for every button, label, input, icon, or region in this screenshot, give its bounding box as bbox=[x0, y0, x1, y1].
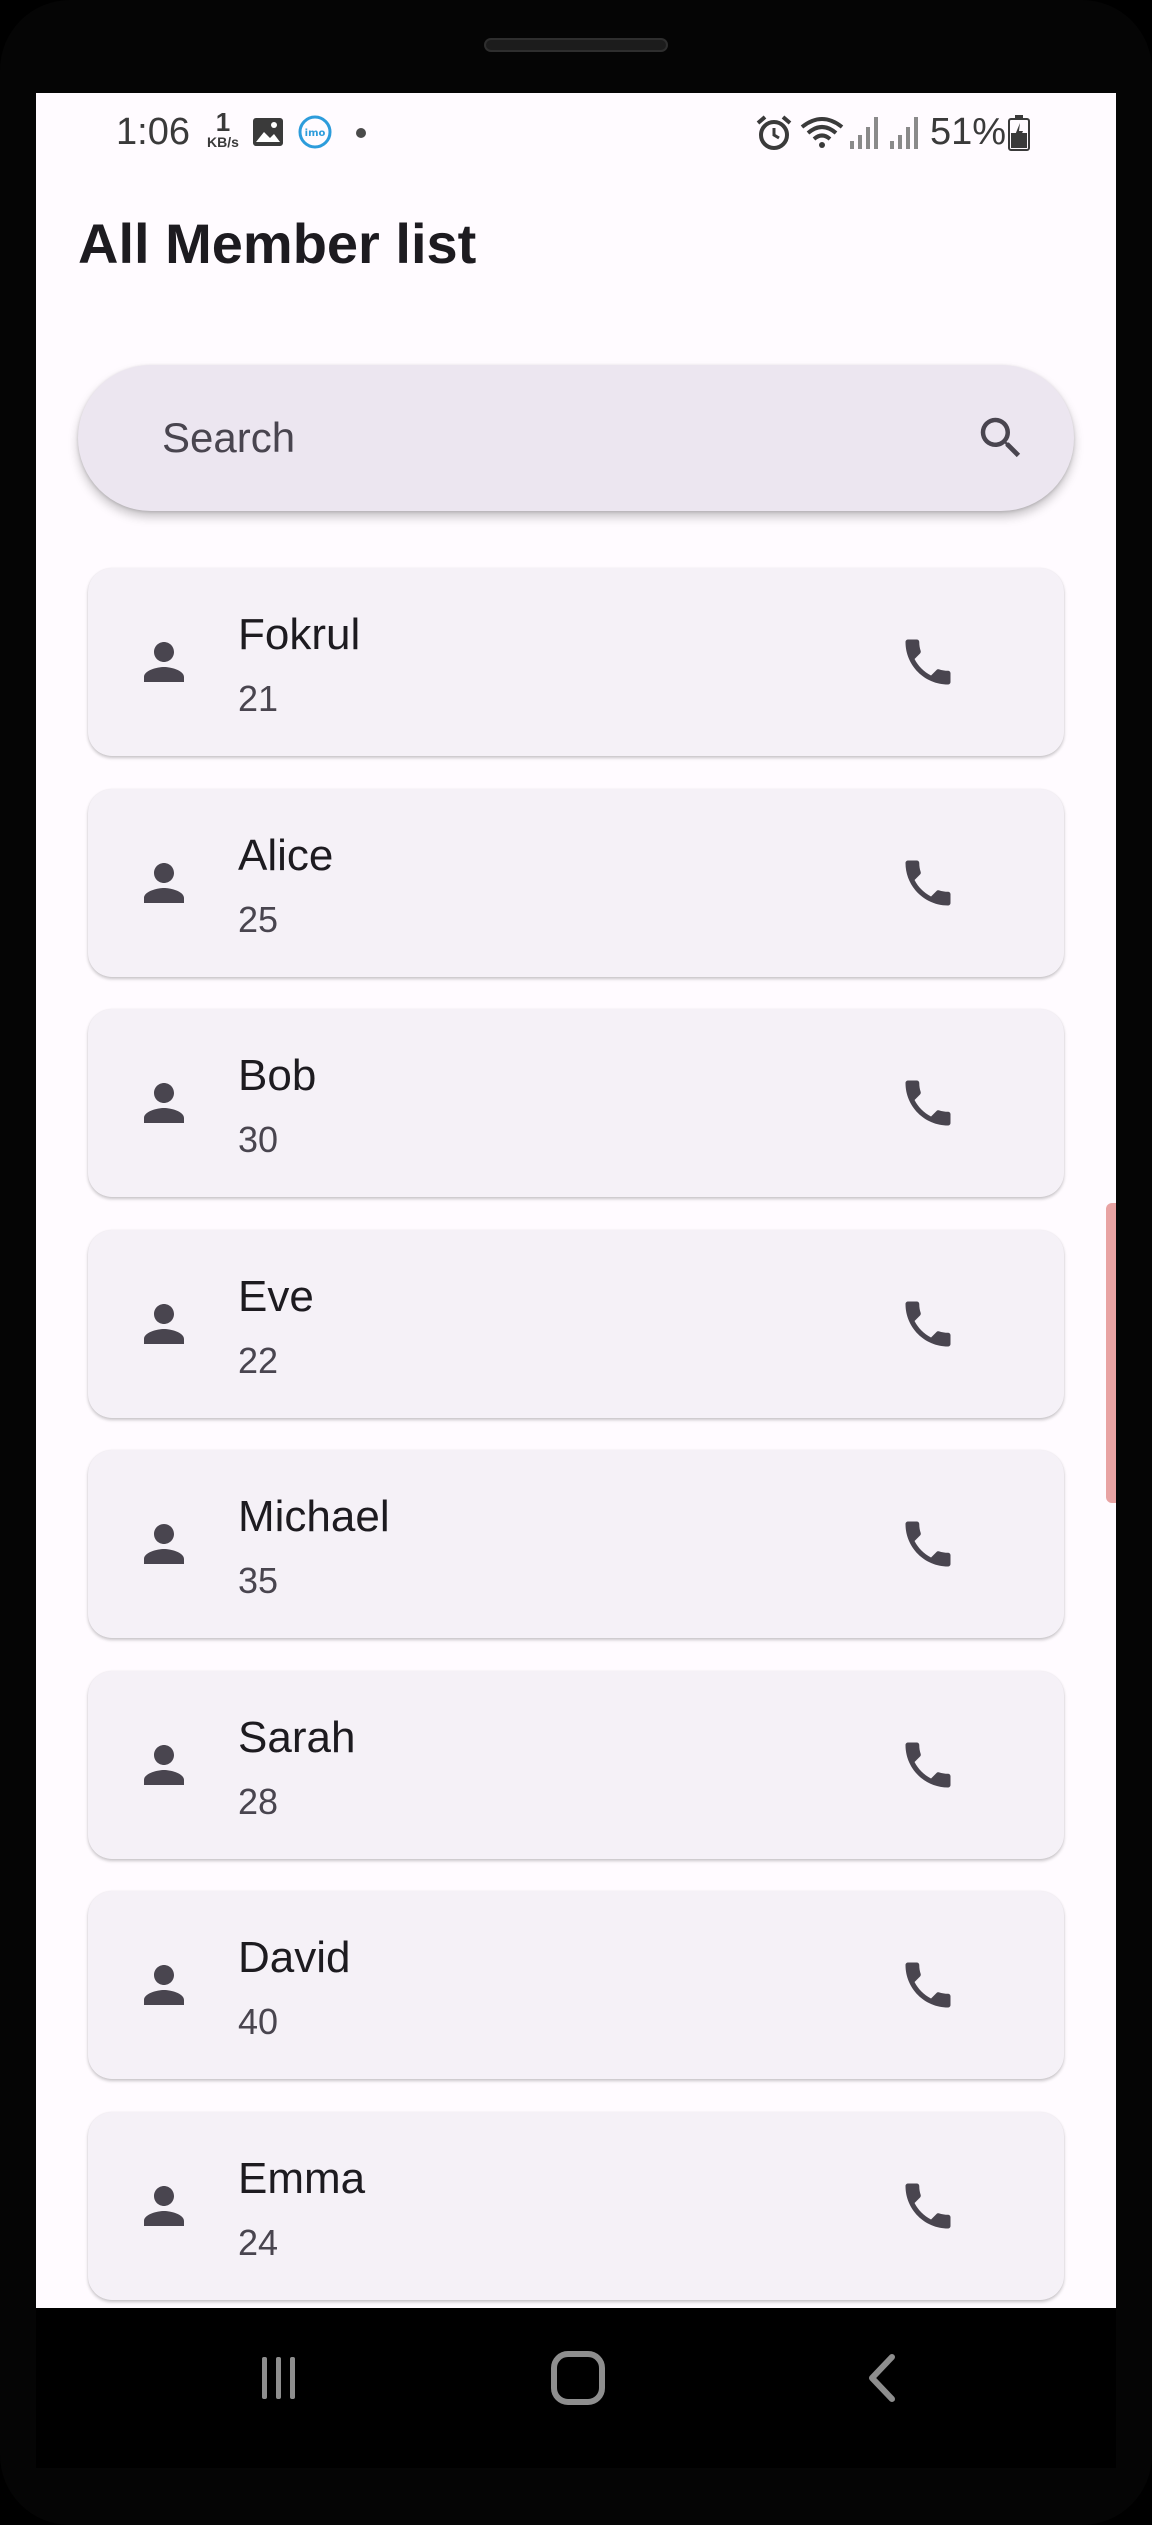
member-name: Michael bbox=[238, 1492, 390, 1541]
member-name: Emma bbox=[238, 2154, 366, 2203]
network-speed-value: 1 bbox=[215, 107, 231, 137]
search-bar[interactable] bbox=[78, 365, 1074, 511]
list-item[interactable]: Michael 35 bbox=[88, 1450, 1064, 1638]
member-name: Sarah bbox=[238, 1713, 356, 1762]
signal-icon bbox=[850, 117, 878, 149]
phone-icon bbox=[905, 1962, 951, 2008]
member-age: 22 bbox=[238, 1340, 279, 1381]
person-icon bbox=[144, 642, 184, 682]
signal-icon-2 bbox=[890, 117, 918, 149]
call-button[interactable] bbox=[888, 843, 968, 923]
member-age: 24 bbox=[238, 2222, 279, 2263]
phone-icon bbox=[905, 1742, 951, 1788]
person-icon bbox=[144, 1524, 184, 1564]
scrollbar-handle[interactable] bbox=[1106, 1203, 1116, 1503]
earpiece-speaker bbox=[484, 38, 668, 52]
navigation-bar bbox=[36, 2308, 1116, 2468]
person-icon bbox=[144, 1083, 184, 1123]
member-age: 35 bbox=[238, 1560, 279, 1601]
phone-icon bbox=[905, 1301, 951, 1347]
search-icon[interactable] bbox=[974, 411, 1028, 465]
person-icon bbox=[144, 2186, 184, 2226]
person-icon bbox=[144, 863, 184, 903]
list-item[interactable]: Bob 30 bbox=[88, 1009, 1064, 1197]
call-button[interactable] bbox=[888, 1284, 968, 1364]
call-button[interactable] bbox=[888, 2166, 968, 2246]
screen: 1:06 1 KB/s imo 51% All Member list Sear… bbox=[36, 93, 1116, 2308]
battery-percent: 51% bbox=[930, 111, 1007, 153]
member-age: 40 bbox=[238, 2001, 279, 2042]
network-speed: 1 KB/s bbox=[203, 109, 243, 149]
call-button[interactable] bbox=[888, 1063, 968, 1143]
member-age: 21 bbox=[238, 678, 279, 719]
person-icon bbox=[144, 1745, 184, 1785]
page-title: All Member list bbox=[78, 212, 477, 275]
list-item[interactable]: Alice 25 bbox=[88, 789, 1064, 977]
svg-text:imo: imo bbox=[305, 128, 326, 139]
phone-icon bbox=[905, 2183, 951, 2229]
person-icon bbox=[144, 1965, 184, 2005]
call-button[interactable] bbox=[888, 1725, 968, 1805]
call-button[interactable] bbox=[888, 1504, 968, 1584]
network-speed-unit: KB/s bbox=[207, 134, 239, 150]
list-item[interactable]: Sarah 28 bbox=[88, 1671, 1064, 1859]
search-input[interactable] bbox=[162, 365, 922, 511]
list-item[interactable]: David 40 bbox=[88, 1891, 1064, 2079]
wifi-icon bbox=[800, 117, 844, 148]
list-item[interactable]: Fokrul 21 bbox=[88, 568, 1064, 756]
gallery-icon bbox=[253, 118, 283, 146]
notification-dot bbox=[356, 128, 366, 138]
battery-icon bbox=[1008, 115, 1030, 151]
member-age: 30 bbox=[238, 1119, 279, 1160]
member-name: Eve bbox=[238, 1272, 314, 1321]
member-name: Alice bbox=[238, 831, 334, 880]
list-item[interactable]: Eve 22 bbox=[88, 1230, 1064, 1418]
member-name: Bob bbox=[238, 1051, 317, 1100]
status-time: 1:06 bbox=[116, 111, 190, 153]
phone-icon bbox=[905, 1080, 951, 1126]
imo-icon: imo bbox=[298, 115, 332, 149]
phone-icon bbox=[905, 639, 951, 685]
member-age: 28 bbox=[238, 1781, 279, 1822]
member-name: David bbox=[238, 1933, 351, 1982]
person-icon bbox=[144, 1304, 184, 1344]
alarm-icon bbox=[756, 115, 792, 150]
member-name: Fokrul bbox=[238, 610, 361, 659]
phone-icon bbox=[905, 1521, 951, 1567]
list-item[interactable]: Emma 24 bbox=[88, 2112, 1064, 2300]
phone-icon bbox=[905, 860, 951, 906]
status-bar: 1:06 1 KB/s imo 51% bbox=[36, 93, 1116, 173]
call-button[interactable] bbox=[888, 622, 968, 702]
member-age: 25 bbox=[238, 899, 279, 940]
home-icon[interactable] bbox=[550, 2350, 606, 2406]
back-icon[interactable] bbox=[858, 2353, 908, 2403]
recents-icon[interactable] bbox=[254, 2353, 304, 2403]
phone-frame: 1:06 1 KB/s imo 51% All Member list Sear… bbox=[0, 0, 1152, 2525]
call-button[interactable] bbox=[888, 1945, 968, 2025]
